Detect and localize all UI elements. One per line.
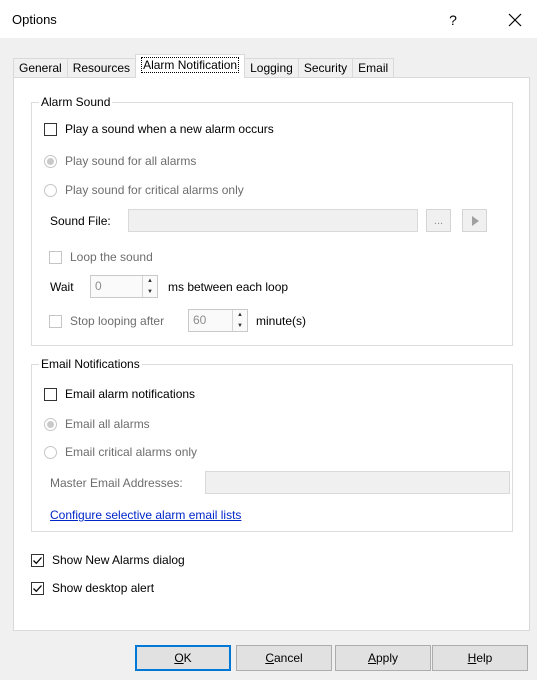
close-icon xyxy=(508,13,522,27)
all-alarms-radio[interactable] xyxy=(44,154,57,168)
tab-logging[interactable]: Logging xyxy=(244,58,299,78)
wait-up-arrow-icon[interactable]: ▲ xyxy=(143,276,157,287)
email-all-label: Email all alarms xyxy=(65,417,150,431)
loop-option[interactable]: Loop the sound xyxy=(49,250,153,264)
show-desktop-alert-label: Show desktop alert xyxy=(52,581,155,595)
play-sound-checkbox[interactable] xyxy=(44,122,57,136)
email-critical-radio[interactable] xyxy=(44,445,57,459)
help-button[interactable]: Help xyxy=(432,645,528,671)
tab-panel: Alarm Sound Play a sound when a new alar… xyxy=(13,77,530,631)
all-alarms-label: Play sound for all alarms xyxy=(65,154,197,168)
stop-up-arrow-icon[interactable]: ▲ xyxy=(233,310,247,321)
loop-checkbox[interactable] xyxy=(49,250,62,264)
critical-only-option[interactable]: Play sound for critical alarms only xyxy=(44,183,244,197)
email-all-option[interactable]: Email all alarms xyxy=(44,417,150,431)
email-alarm-label: Email alarm notifications xyxy=(65,387,196,401)
cancel-button[interactable]: Cancel xyxy=(236,645,332,671)
email-alarm-checkbox[interactable] xyxy=(44,387,57,401)
play-icon xyxy=(471,216,479,226)
email-critical-option[interactable]: Email critical alarms only xyxy=(44,445,197,459)
show-desktop-alert-checkbox[interactable] xyxy=(31,581,44,595)
tab-resources[interactable]: Resources xyxy=(66,58,137,78)
email-critical-label: Email critical alarms only xyxy=(65,445,198,459)
tab-security[interactable]: Security xyxy=(297,58,354,78)
wait-down-arrow-icon[interactable]: ▼ xyxy=(143,287,157,298)
wait-label: Wait xyxy=(50,280,74,294)
master-email-field[interactable] xyxy=(205,471,510,494)
close-button[interactable] xyxy=(497,7,533,33)
stop-down-arrow-icon[interactable]: ▼ xyxy=(233,321,247,332)
stop-after-label: Stop looping after xyxy=(70,314,165,328)
browse-button[interactable]: ... xyxy=(426,209,451,232)
window-title: Options xyxy=(12,12,57,27)
help-title-button[interactable]: ? xyxy=(438,9,468,31)
configure-email-lists-link[interactable]: Configure selective alarm email lists xyxy=(50,508,241,522)
stop-after-value[interactable]: 60 xyxy=(189,310,232,331)
title-bar: Options ? xyxy=(0,0,537,38)
cancel-rest: ancel xyxy=(273,651,303,665)
tab-strip: General Resources Alarm Notification Log… xyxy=(13,54,395,78)
email-alarm-option[interactable]: Email alarm notifications xyxy=(44,387,195,401)
all-alarms-option[interactable]: Play sound for all alarms xyxy=(44,154,196,168)
critical-only-radio[interactable] xyxy=(44,183,57,197)
cancel-accel: C xyxy=(265,651,274,665)
checkmark-icon xyxy=(33,556,42,564)
minutes-label: minute(s) xyxy=(256,314,307,328)
apply-accel: A xyxy=(367,651,376,665)
stop-after-option[interactable]: Stop looping after xyxy=(49,314,164,328)
loop-label: Loop the sound xyxy=(70,250,153,264)
show-desktop-alert-option[interactable]: Show desktop alert xyxy=(31,581,154,595)
show-new-alarms-label: Show New Alarms dialog xyxy=(52,553,185,567)
play-sound-label: Play a sound when a new alarm occurs xyxy=(65,122,274,136)
wait-spinner[interactable]: 0 ▲ ▼ xyxy=(90,275,158,298)
master-email-label: Master Email Addresses: xyxy=(50,476,183,490)
apply-rest: pply xyxy=(376,651,399,665)
ok-button[interactable]: OK xyxy=(135,645,231,671)
stop-after-checkbox[interactable] xyxy=(49,314,62,328)
show-new-alarms-option[interactable]: Show New Alarms dialog xyxy=(31,553,185,567)
tab-email[interactable]: Email xyxy=(352,58,395,78)
checkmark-icon xyxy=(33,584,42,592)
alarm-sound-group-label: Alarm Sound xyxy=(39,95,113,109)
critical-only-label: Play sound for critical alarms only xyxy=(65,183,244,197)
wait-value[interactable]: 0 xyxy=(91,276,142,297)
ok-accel: O xyxy=(174,651,184,665)
tab-general[interactable]: General xyxy=(13,58,68,78)
stop-after-spinner[interactable]: 60 ▲ ▼ xyxy=(188,309,248,332)
ok-rest: K xyxy=(183,651,192,665)
apply-button[interactable]: Apply xyxy=(335,645,431,671)
tab-alarm-notification[interactable]: Alarm Notification xyxy=(135,54,246,78)
sound-file-label: Sound File: xyxy=(50,214,111,228)
show-new-alarms-checkbox[interactable] xyxy=(31,553,44,567)
tab-alarm-notification-label: Alarm Notification xyxy=(141,57,240,73)
play-sound-option[interactable]: Play a sound when a new alarm occurs xyxy=(44,122,274,136)
ms-label: ms between each loop xyxy=(168,280,289,294)
email-all-radio[interactable] xyxy=(44,417,57,431)
help-rest: elp xyxy=(476,651,493,665)
email-notifications-group-label: Email Notifications xyxy=(39,357,142,371)
play-button[interactable] xyxy=(462,209,487,232)
sound-file-field[interactable] xyxy=(128,209,418,232)
